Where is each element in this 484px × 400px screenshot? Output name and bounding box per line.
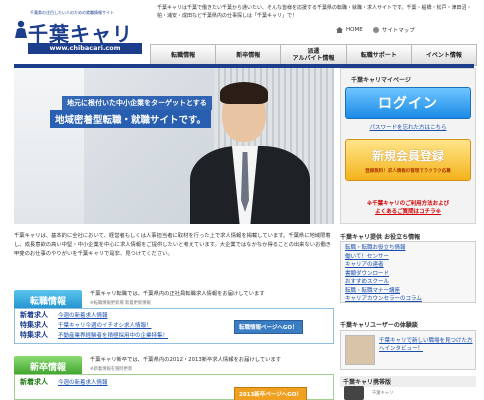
- career-section-updated: ※転職情報更新場 新着更新情報: [90, 301, 151, 306]
- nav-career[interactable]: 転職情報: [150, 44, 217, 66]
- hero-banner: 地元に根付いた中小企業をターゲットとする 地域密着型転職・就職サイトです。: [14, 68, 334, 224]
- useful-link[interactable]: おすすめスクール: [345, 278, 471, 287]
- forgot-password-link[interactable]: パスワードを忘れた方はこちら: [341, 123, 475, 131]
- site-logo[interactable]: 千葉県の注目したい人のための就職情報サイト 千葉キャリ www.chibacar…: [14, 10, 142, 62]
- interview-photo: [345, 335, 375, 365]
- main-nav: 転職情報 新卒情報 派遣 アルバイト情報 転職サポート イベント情報: [150, 44, 478, 66]
- career-link-new[interactable]: 今週の新着求人情報: [58, 311, 108, 319]
- experience-box: 千葉キャリで新しい職場を見つけた方へインタビュー！: [340, 330, 476, 370]
- career-link-pickup[interactable]: 千葉キャリ今週のイチオシ求人情報！: [58, 321, 152, 329]
- useful-link[interactable]: キャリアの達者: [345, 261, 471, 270]
- tag-newgrad-new: 新着求人: [20, 378, 48, 386]
- useful-link[interactable]: 転職・転職お役立ち情報: [345, 244, 471, 253]
- newgrad-section-updated: ※新着情報を随時更新: [90, 367, 133, 372]
- tag-feature-jobs-2: 特集求人: [20, 331, 48, 339]
- useful-link[interactable]: 書類ダウンロード: [345, 270, 471, 279]
- register-button[interactable]: 新規会員登録 登録無料！求人情報の管理でラクラク応募: [345, 139, 471, 181]
- career-page-button[interactable]: 転職情報ページへGO！: [234, 320, 303, 334]
- useful-info-title: 千葉キャリ提供 お役立ち情報: [340, 234, 421, 241]
- useful-link[interactable]: キャリアカウンセラーのコラム: [345, 295, 471, 304]
- nav-temp-parttime[interactable]: 派遣 アルバイト情報: [280, 44, 347, 66]
- register-note: 登録無料！求人情報の管理でラクラク応募: [365, 169, 451, 174]
- career-section-heading: 転職情報: [14, 290, 82, 310]
- experience-link[interactable]: 千葉キャリで新しい職場を見つけた方へインタビュー！: [379, 337, 473, 353]
- home-icon: [336, 27, 343, 33]
- newgrad-page-button[interactable]: 2013新卒ページへGO！: [234, 387, 307, 400]
- career-section-description: 千葉キャリ転職では、千葉県内の正社員転職求人情報をお届けしています: [90, 291, 265, 297]
- newgrad-link-new[interactable]: 今週の新着求人情報: [58, 378, 108, 386]
- sitemap-link[interactable]: サイトマップ: [372, 26, 415, 34]
- hero-caption-1: 地元に根付いた中小企業をターゲットとする: [62, 96, 212, 110]
- tag-feature-jobs: 特集求人: [20, 321, 48, 329]
- mypage-title: 千葉キャリマイページ: [351, 77, 411, 84]
- mobile-phone-image: [344, 386, 364, 400]
- nav-newgrad[interactable]: 新卒情報: [215, 44, 282, 66]
- experience-title: 千葉キャリユーザーの体験談: [340, 322, 418, 329]
- career-link-realestate[interactable]: 不動産業界経験者を積極採用中の企業特集！: [58, 331, 168, 339]
- help-notice-link[interactable]: ※千葉キャリのご利用方法および よくあるご質問はコチラ※: [340, 200, 476, 216]
- hero-caption-2: 地域密着型転職・就職サイトです。: [50, 110, 212, 128]
- top-links: HOME サイトマップ: [336, 26, 415, 34]
- useful-link[interactable]: 働いて！センサー: [345, 253, 471, 262]
- mobile-note: 千葉キャリ: [372, 391, 394, 396]
- hero-background-window: [14, 68, 84, 224]
- login-button[interactable]: ログイン: [345, 87, 471, 119]
- newgrad-section-heading: 新卒情報: [14, 356, 82, 376]
- sitemap-icon: [372, 27, 379, 33]
- logo-url: www.chibacari.com: [28, 43, 142, 54]
- tag-new-jobs: 新着求人: [20, 311, 48, 319]
- intro-paragraph: 千葉キャリは、基本的に全社において、経営者もしくは人事担当者に取材を行った上で求…: [14, 233, 331, 257]
- logo-tagline: 千葉県の注目したい人のための就職情報サイト: [30, 10, 114, 15]
- person-icon: [15, 20, 27, 38]
- newgrad-section-description: 千葉キャリ新卒では、千葉県内の2012・2013新卒求人情報をお届けしています: [90, 357, 282, 363]
- home-link[interactable]: HOME: [336, 26, 363, 34]
- useful-link[interactable]: 転職・転職マナー講座: [345, 287, 471, 296]
- useful-info-list: 転職・転職お役立ち情報 働いて！センサー キャリアの達者 書類ダウンロード おす…: [340, 241, 476, 303]
- site-intro-text: 千葉キャリは千葉で働きたい千葉から通いたい、そんな皆様を応援する千葉県の転職・就…: [157, 5, 472, 19]
- register-label: 新規会員登録: [371, 149, 444, 163]
- nav-events[interactable]: イベント情報: [410, 44, 478, 66]
- nav-career-support[interactable]: 転職サポート: [345, 44, 412, 66]
